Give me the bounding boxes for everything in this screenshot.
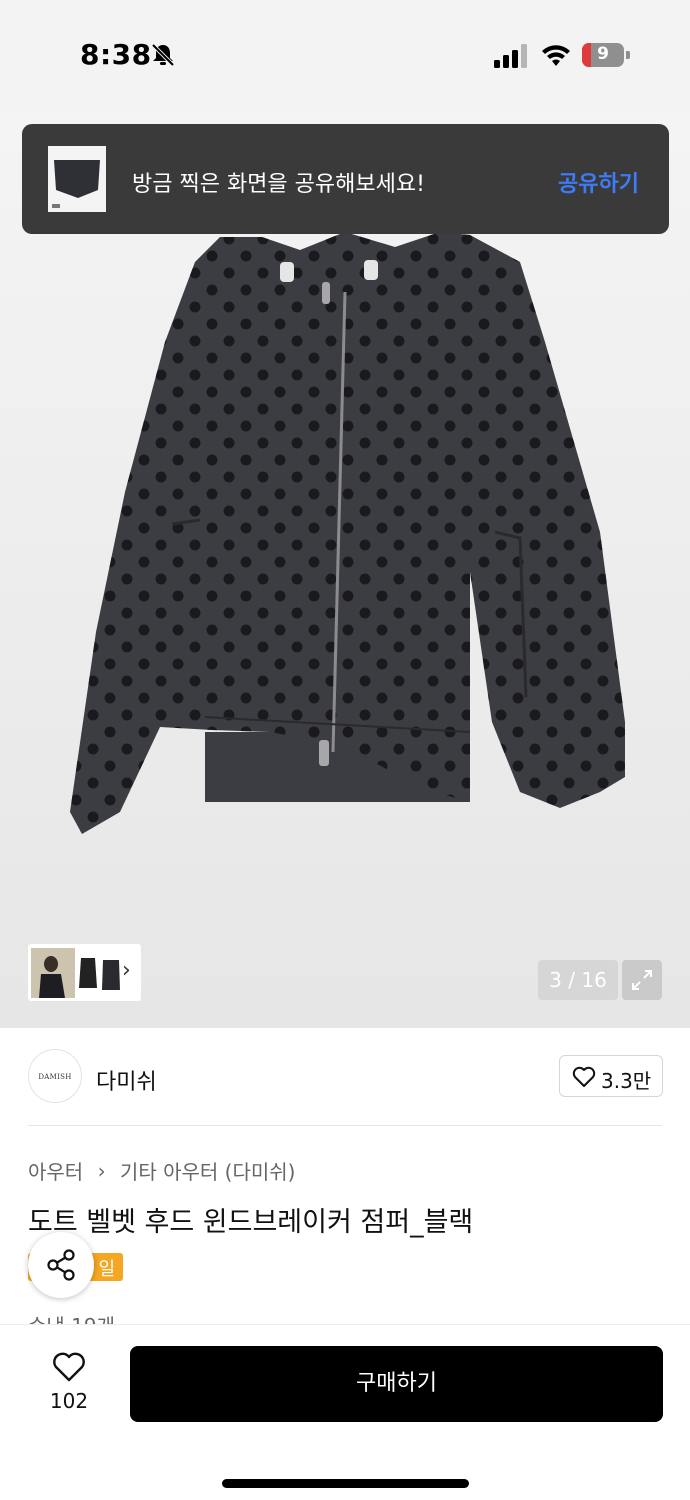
product-image[interactable] [0, 112, 690, 1028]
badge-label: 일 [98, 1259, 115, 1280]
image-counter: 3 / 16 [538, 960, 618, 1000]
toast-message: 방금 찍은 화면을 공유해보세요! [132, 172, 425, 197]
share-toast: 방금 찍은 화면을 공유해보세요! 공유하기 [22, 124, 669, 234]
status-time: 8:38 [80, 38, 152, 71]
battery-level: 9 [597, 44, 609, 64]
share-button[interactable] [28, 1232, 94, 1298]
breadcrumb-item[interactable]: 기타 아우터 (다미쉬) [120, 1160, 296, 1184]
thumbnail-jacket-front[interactable] [77, 948, 99, 998]
buy-button[interactable]: 구매하기 [130, 1346, 663, 1422]
chevron-right-icon: › [97, 1158, 106, 1183]
chevron-right-icon[interactable]: › [122, 958, 131, 983]
brand-like-button[interactable]: 3.3만 [559, 1055, 663, 1097]
divider [28, 1125, 662, 1126]
thumbnail-jacket-back[interactable] [100, 948, 122, 998]
wishlist-button[interactable]: 102 [40, 1349, 98, 1419]
wifi-icon [542, 45, 570, 66]
toast-share-button[interactable]: 공유하기 [558, 166, 639, 198]
cellular-signal-icon [494, 44, 527, 68]
brand-like-count: 3.3만 [601, 1069, 652, 1093]
heart-icon [53, 1352, 85, 1382]
bell-slash-icon [151, 43, 175, 67]
bottom-action-bar: 102 구매하기 [0, 1324, 690, 1500]
thumbnail-model[interactable] [31, 948, 75, 998]
home-indicator[interactable] [222, 1479, 469, 1488]
jacket-photo [70, 232, 625, 834]
status-bar: 8:38 9 [0, 0, 690, 112]
heart-icon [572, 1066, 596, 1087]
breadcrumb: 아우터 › 기타 아우터 (다미쉬) [28, 1156, 295, 1185]
share-icon [47, 1249, 75, 1281]
wishlist-count: 102 [49, 1389, 89, 1413]
stock-count: 수낸 19개 [28, 1310, 115, 1324]
brand-row[interactable]: DAMISH 다미쉬 3.3만 [0, 1028, 690, 1126]
brand-logo[interactable]: DAMISH [28, 1049, 82, 1103]
breadcrumb-item[interactable]: 아우터 [28, 1160, 83, 1184]
related-thumbnails[interactable]: › [28, 944, 141, 1001]
battery-icon: 9 [582, 43, 630, 67]
product-title: 도트 벨벳 후드 윈드브레이커 점퍼_블랙 [28, 1207, 474, 1238]
brand-name[interactable]: 다미쉬 [96, 1064, 157, 1096]
screenshot-thumbnail[interactable] [48, 146, 106, 212]
expand-icon[interactable] [622, 960, 662, 1000]
